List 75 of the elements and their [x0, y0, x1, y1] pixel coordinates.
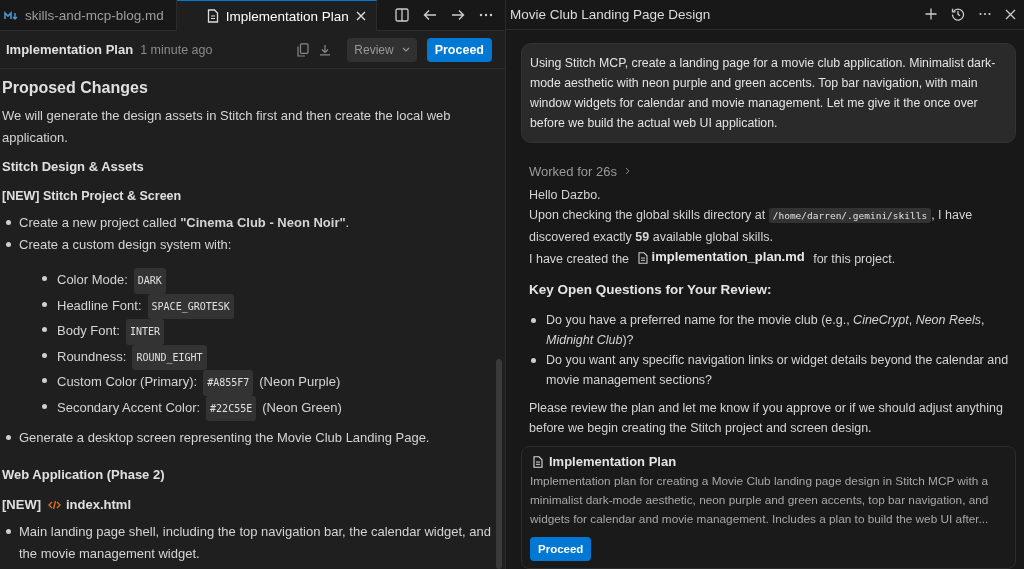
- bullet-icon: [6, 529, 11, 534]
- worked-duration[interactable]: Worked for 26s: [529, 163, 617, 179]
- document-icon: [533, 455, 543, 468]
- setting-label: Roundness:: [57, 347, 127, 366]
- plan-title: Implementation Plan: [6, 42, 134, 57]
- user-message: Using Stitch MCP, create a landing page for a movie club application. Minimalist dark-mode aesthetic with neon purple and green accents. Top bar navigation, with main window widgets for calendar and movie management. Let me give it the once over before we build the actual web UI application.: [521, 42, 1016, 143]
- code-chip: #A855F7: [203, 370, 254, 396]
- greeting-text: Hello Dazbo.: [529, 187, 601, 202]
- chat-title: Movie Club Landing Page Design: [510, 6, 711, 22]
- scrollbar-thumb[interactable]: [496, 359, 502, 569]
- bullet-icon: [6, 220, 11, 225]
- card-title: Implementation Plan: [549, 454, 677, 469]
- editor-tab[interactable]: Implementation Plan: [176, 0, 377, 31]
- chevron-right-icon[interactable]: [624, 167, 630, 176]
- bullet-icon: [531, 318, 536, 323]
- setting-label: Body Font:: [57, 322, 120, 340]
- bullet-icon: [42, 403, 47, 409]
- bullet-icon: [42, 301, 47, 307]
- proceed-button[interactable]: Proceed: [530, 537, 592, 561]
- reply-text: Upon checking the global skills directory at /home/darren/.gemini/skills , I have discovered exactly 59 available global skills.: [529, 207, 974, 246]
- more-icon[interactable]: [479, 13, 493, 17]
- document-icon: [637, 251, 648, 264]
- code-chip: SPACE_GROTESK: [147, 293, 234, 319]
- setting-label: Custom Color (Primary):: [57, 373, 198, 391]
- new-tag: [NEW]: [2, 497, 41, 512]
- back-arrow-icon[interactable]: [423, 9, 437, 21]
- list-item: Create a new project called "Cinema Club - Neon Noir".: [19, 214, 351, 232]
- setting-label: Headline Font:: [57, 296, 142, 315]
- bullet-icon: [531, 358, 536, 363]
- setting-note: (Neon Purple): [259, 373, 341, 391]
- document-icon: [206, 9, 219, 23]
- code-chip: INTER: [125, 319, 164, 345]
- subsection-heading: Web Application (Phase 2): [2, 467, 166, 482]
- code-chip: #22C55E: [206, 395, 257, 421]
- bullet-icon: [6, 435, 11, 440]
- close-icon[interactable]: [1005, 8, 1016, 20]
- reply-text: I have created the implementation_plan.md for this project.: [529, 247, 897, 270]
- split-editor-icon[interactable]: [395, 8, 409, 22]
- list-item: Main landing page shell, including the top navigation bar, the calendar widget, and the movie management widget.: [19, 523, 492, 563]
- code-icon: [48, 499, 61, 510]
- plus-icon[interactable]: [925, 8, 937, 21]
- file-link[interactable]: implementation_plan.md: [637, 247, 805, 268]
- bullet-icon: [42, 352, 47, 358]
- download-icon[interactable]: [319, 43, 332, 56]
- code-chip: ROUND_EIGHT: [132, 344, 207, 370]
- bullet-icon: [42, 327, 47, 332]
- code-chip: DARK: [133, 268, 166, 294]
- more-icon[interactable]: [979, 12, 991, 17]
- bullet-icon: [42, 378, 47, 383]
- list-item: Create a custom design system with:: [19, 236, 233, 254]
- history-icon[interactable]: [951, 7, 965, 22]
- markdown-icon: [4, 10, 18, 21]
- questions-heading: Key Open Questions for Your Review:: [529, 282, 773, 297]
- item-heading: [NEW] Stitch Project & Screen: [2, 189, 183, 203]
- copy-icon[interactable]: [297, 42, 310, 57]
- timestamp: 1 minute ago: [140, 42, 213, 57]
- section-heading: Proposed Changes: [2, 79, 149, 97]
- paragraph: We will generate the design assets in Stitch first and then create the local web application.: [2, 107, 452, 147]
- question-item: Do you have a preferred name for the movie club (e.g., CineCrypt, Neon Reels, Midnight Club)?: [546, 312, 986, 349]
- forward-arrow-icon[interactable]: [451, 9, 465, 21]
- close-icon[interactable]: [355, 11, 366, 21]
- setting-note: (Neon Green): [262, 398, 342, 417]
- caret-icon: [401, 47, 410, 52]
- proceed-button[interactable]: Proceed: [426, 37, 492, 62]
- list-item: Generate a desktop screen representing the Movie Club Landing Page.: [19, 429, 431, 447]
- reply-text: Please review the plan and let me know if you approve or if we should adjust anything before we begin creating the Stitch project and screen design.: [529, 400, 1004, 437]
- subsection-heading: Stitch Design & Assets: [2, 159, 145, 174]
- question-item: Do you want any specific navigation links or widget details beyond the calendar and movie management sections?: [546, 352, 1010, 389]
- bullet-icon: [42, 276, 47, 281]
- card-description: Implementation plan for creating a Movie Club landing page design in Stitch MCP with a minimalist dark-mode aesthetic, neon purple and green accents, top bar navigation, and widgets for calendar and movie management. Includes a plan to build the web UI after...: [530, 473, 990, 528]
- file-name: index.html: [66, 497, 131, 512]
- bullet-icon: [6, 242, 11, 247]
- review-dropdown[interactable]: Review: [347, 37, 417, 62]
- setting-label: Secondary Accent Color:: [57, 398, 201, 417]
- setting-label: Color Mode:: [57, 271, 128, 289]
